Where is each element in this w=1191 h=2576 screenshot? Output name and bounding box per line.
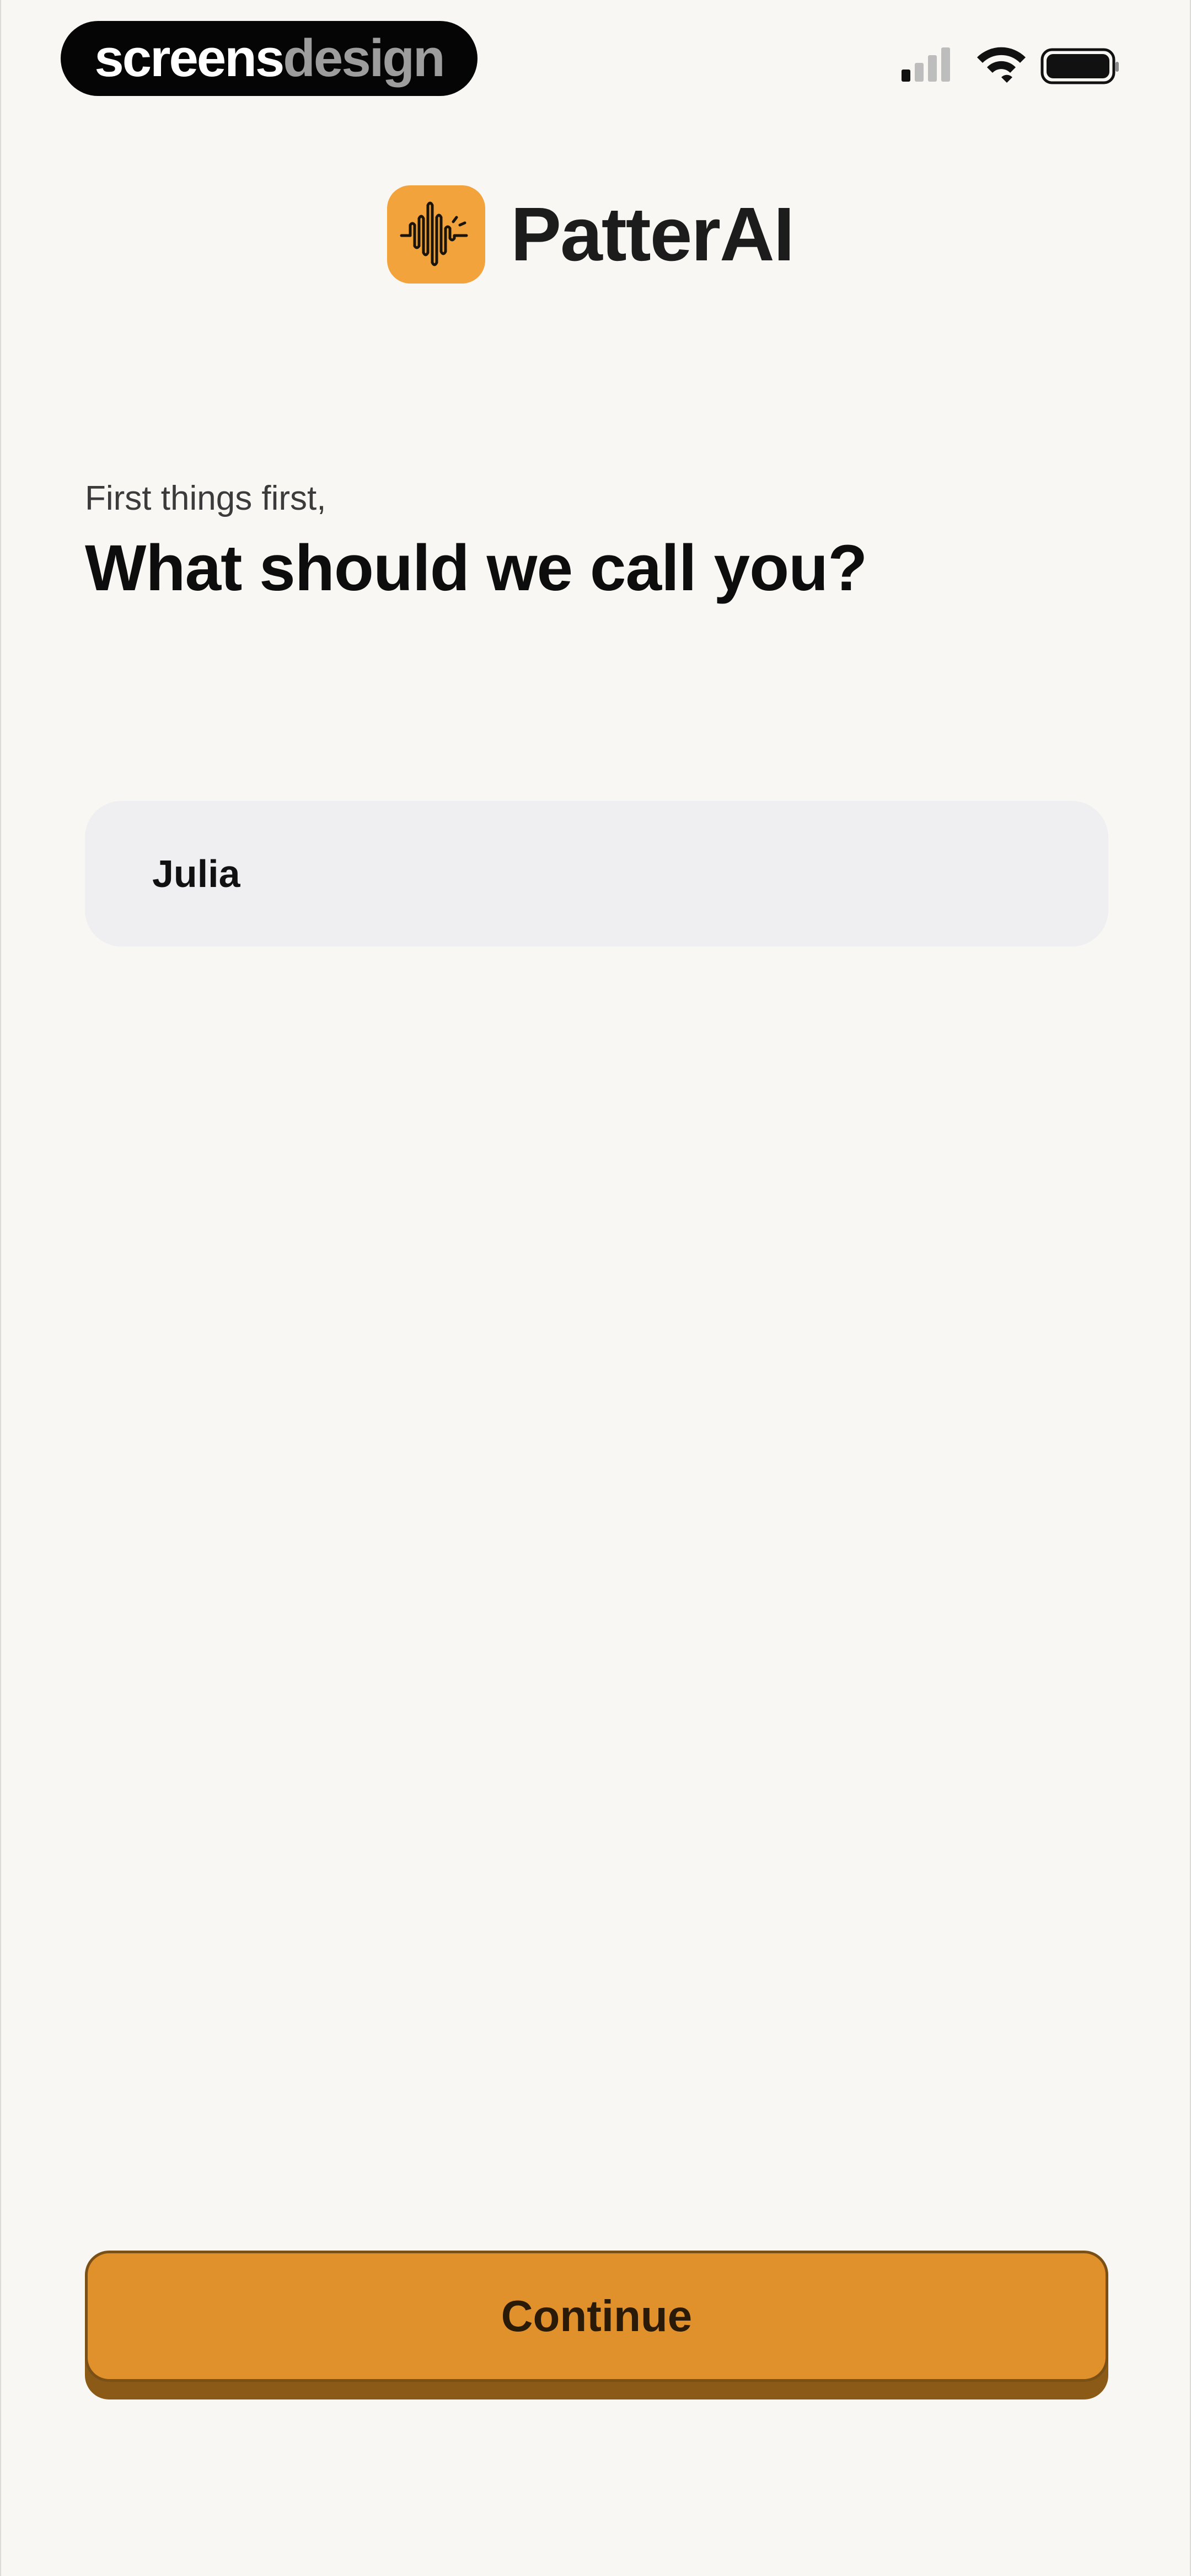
app-logo bbox=[387, 185, 485, 284]
sound-wave-icon bbox=[400, 201, 468, 266]
screensdesign-watermark: screens design bbox=[61, 21, 478, 96]
watermark-part2: design bbox=[283, 29, 445, 88]
app-name: PatterAI bbox=[511, 192, 795, 277]
prompt-subtitle: First things first, bbox=[85, 479, 326, 517]
name-input[interactable] bbox=[85, 801, 1108, 947]
watermark-part1: screens bbox=[94, 29, 285, 88]
onboarding-name-screen: screens design PatterAI First things fir… bbox=[0, 0, 1191, 2576]
status-bar-icons bbox=[900, 46, 1120, 90]
continue-button[interactable]: Continue bbox=[85, 2251, 1108, 2382]
cellular-signal-icon bbox=[902, 47, 950, 82]
prompt-title: What should we call you? bbox=[85, 532, 867, 605]
wifi-icon bbox=[977, 47, 1026, 83]
battery-icon bbox=[1040, 48, 1119, 84]
